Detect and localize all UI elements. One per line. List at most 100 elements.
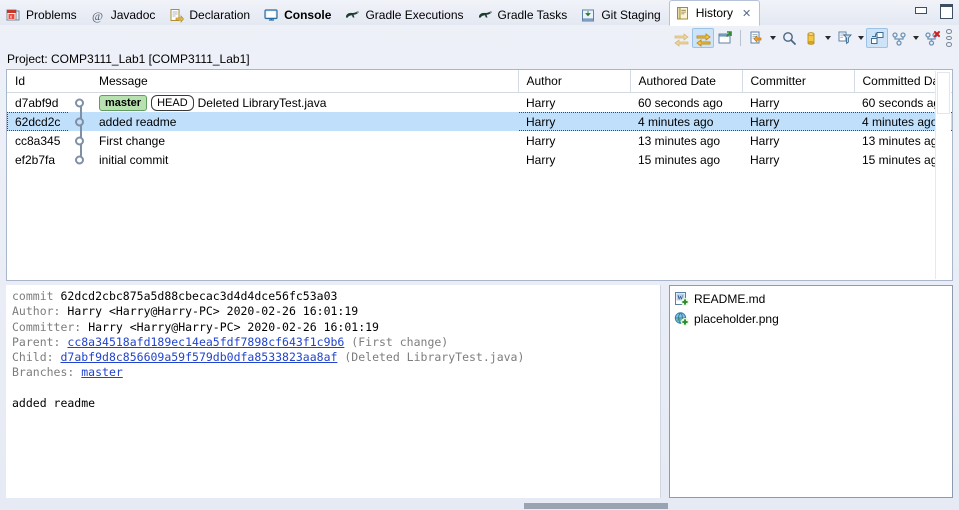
history-table: Id Message Author Authored Date Committe… <box>6 69 953 281</box>
tab-history[interactable]: History ✕ <box>668 0 761 26</box>
parent-label: Parent: <box>12 334 61 349</box>
declaration-icon <box>169 8 185 23</box>
chevron-down-icon[interactable] <box>822 28 833 48</box>
message-text: Deleted LibraryTest.java <box>197 95 327 110</box>
tab-label: Gradle Executions <box>365 8 464 22</box>
tab-label: Declaration <box>189 8 251 22</box>
chevron-down-icon[interactable] <box>767 28 778 48</box>
find-commit-button[interactable] <box>745 28 767 48</box>
tab-gradle-executions[interactable]: Gradle Executions <box>339 4 471 26</box>
compare-mode-button[interactable] <box>670 28 692 48</box>
branch-link[interactable]: master <box>81 365 123 379</box>
problems-icon: x <box>6 8 21 23</box>
column-header-id[interactable]: Id <box>7 70 69 93</box>
tab-label: Problems <box>26 8 77 22</box>
chevron-down-icon[interactable] <box>855 28 866 48</box>
file-name: README.md <box>694 292 766 306</box>
author-value: Harry <Harry@Harry-PC> 2020-02-26 16:01:… <box>67 304 359 319</box>
cell-graph <box>69 150 93 169</box>
graph-commit-dot <box>75 155 84 164</box>
cell-author: Harry <box>526 133 556 148</box>
window-controls <box>913 2 953 19</box>
cell-id: cc8a345 <box>15 133 61 148</box>
cell-id: 62dcd2c <box>7 112 69 131</box>
tab-label: Javadoc <box>110 8 156 22</box>
cell-authored-date: 60 seconds ago <box>638 95 723 110</box>
tab-console[interactable]: Console <box>258 4 339 26</box>
cell-message: First change <box>93 131 518 150</box>
tab-problems[interactable]: x Problems <box>0 4 85 26</box>
cell-author: Harry <box>526 95 556 110</box>
column-header-author[interactable]: Author <box>518 70 631 93</box>
commit-hash-line: commit 62dcd2cbc875a5d88cbecac3d4d4dce56… <box>12 289 654 304</box>
tab-git-staging[interactable]: Git Staging <box>575 4 668 26</box>
repository-filter-button[interactable] <box>800 28 822 48</box>
history-icon <box>676 6 691 21</box>
committer-label: Committer: <box>12 319 82 334</box>
cell-authored-date: 15 minutes ago <box>638 152 721 167</box>
changed-files-pane: W README.md placeholder.png <box>669 285 953 498</box>
image-file-added-icon <box>674 311 690 327</box>
chevron-down-icon[interactable] <box>910 28 921 48</box>
branch-badge: master <box>99 94 148 111</box>
layout-toggle-button[interactable] <box>866 28 888 48</box>
scrollbar-thumb[interactable] <box>937 72 950 114</box>
cell-committer: Harry <box>750 133 780 148</box>
open-git-repository-button[interactable] <box>714 28 736 48</box>
link-with-editor-button[interactable] <box>692 28 714 48</box>
child-label: Child: <box>12 350 54 365</box>
parent-line: Parent: cc8a34518afd189ec14ea5fdf7898cf6… <box>12 335 654 350</box>
table-row[interactable]: d7abf9d master HEAD Deleted LibraryTest.… <box>7 93 952 112</box>
message-text: First change <box>99 133 166 148</box>
filter-button[interactable] <box>833 28 855 48</box>
parent-commit-link[interactable]: cc8a34518afd189ec14ea5fdf7898cf643f1c9b6 <box>67 335 344 349</box>
author-label: Author: <box>12 304 61 319</box>
history-table-scrollbar[interactable] <box>935 71 951 279</box>
git-staging-icon <box>581 8 596 23</box>
git-history-view: x Problems @ Javadoc Declaration Console… <box>0 0 959 510</box>
file-name: placeholder.png <box>694 312 779 326</box>
table-row[interactable]: ef2b7fa initial commit Harry 15 minutes … <box>7 150 952 169</box>
tab-label: History <box>695 6 734 20</box>
column-header-message[interactable]: Message <box>93 70 519 93</box>
cell-message: initial commit <box>93 150 518 169</box>
table-row[interactable]: cc8a345 First change Harry 13 minutes ag… <box>7 131 952 150</box>
column-header-graph[interactable] <box>69 70 93 93</box>
search-button[interactable] <box>778 28 800 48</box>
parent-note: (First change) <box>351 334 449 349</box>
table-row[interactable]: 62dcd2c added readme Harry 4 minutes ago… <box>7 112 952 131</box>
close-icon[interactable]: ✕ <box>742 7 751 20</box>
child-line: Child: d7abf9d8c856609a59f579db0dfa85338… <box>12 350 654 365</box>
gradle-icon <box>478 8 493 23</box>
list-item[interactable]: W README.md <box>674 289 948 309</box>
cell-id: ef2b7fa <box>15 152 56 167</box>
cell-committer: Harry <box>750 152 780 167</box>
column-header-authored-date[interactable]: Authored Date <box>630 70 743 93</box>
hide-branches-button[interactable] <box>921 28 943 48</box>
view-tab-bar: x Problems @ Javadoc Declaration Console… <box>0 0 959 26</box>
committer-value: Harry <Harry@Harry-PC> 2020-02-26 16:01:… <box>88 319 379 334</box>
gradle-icon <box>345 8 360 23</box>
tab-label: Git Staging <box>601 8 661 22</box>
tab-javadoc[interactable]: @ Javadoc <box>85 4 164 26</box>
show-branches-button[interactable] <box>888 28 910 48</box>
view-menu-button[interactable] <box>943 29 955 48</box>
console-icon <box>264 8 279 23</box>
cell-authored-date: 4 minutes ago <box>630 112 742 131</box>
committer-line: Committer: Harry <Harry@Harry-PC> 2020-0… <box>12 320 654 335</box>
graph-commit-dot <box>75 136 84 145</box>
column-header-committer[interactable]: Committer <box>742 70 855 93</box>
tab-declaration[interactable]: Declaration <box>163 4 258 26</box>
list-item[interactable]: placeholder.png <box>674 309 948 329</box>
branches-label: Branches: <box>12 365 75 380</box>
head-badge: HEAD <box>151 94 194 111</box>
vertical-sash[interactable] <box>661 285 669 498</box>
toolbar-separator <box>740 30 741 46</box>
commit-detail-pane[interactable]: commit 62dcd2cbc875a5d88cbecac3d4d4dce56… <box>6 285 661 498</box>
commit-hash: 62dcd2cbc875a5d88cbecac3d4d4dce56fc53a03 <box>60 289 338 303</box>
minimize-button[interactable] <box>913 2 928 17</box>
horizontal-scrollbar[interactable] <box>524 503 668 509</box>
tab-gradle-tasks[interactable]: Gradle Tasks <box>472 4 576 26</box>
child-commit-link[interactable]: d7abf9d8c856609a59f579db0dfa8533823aa8af <box>60 350 337 364</box>
maximize-button[interactable] <box>938 2 953 19</box>
